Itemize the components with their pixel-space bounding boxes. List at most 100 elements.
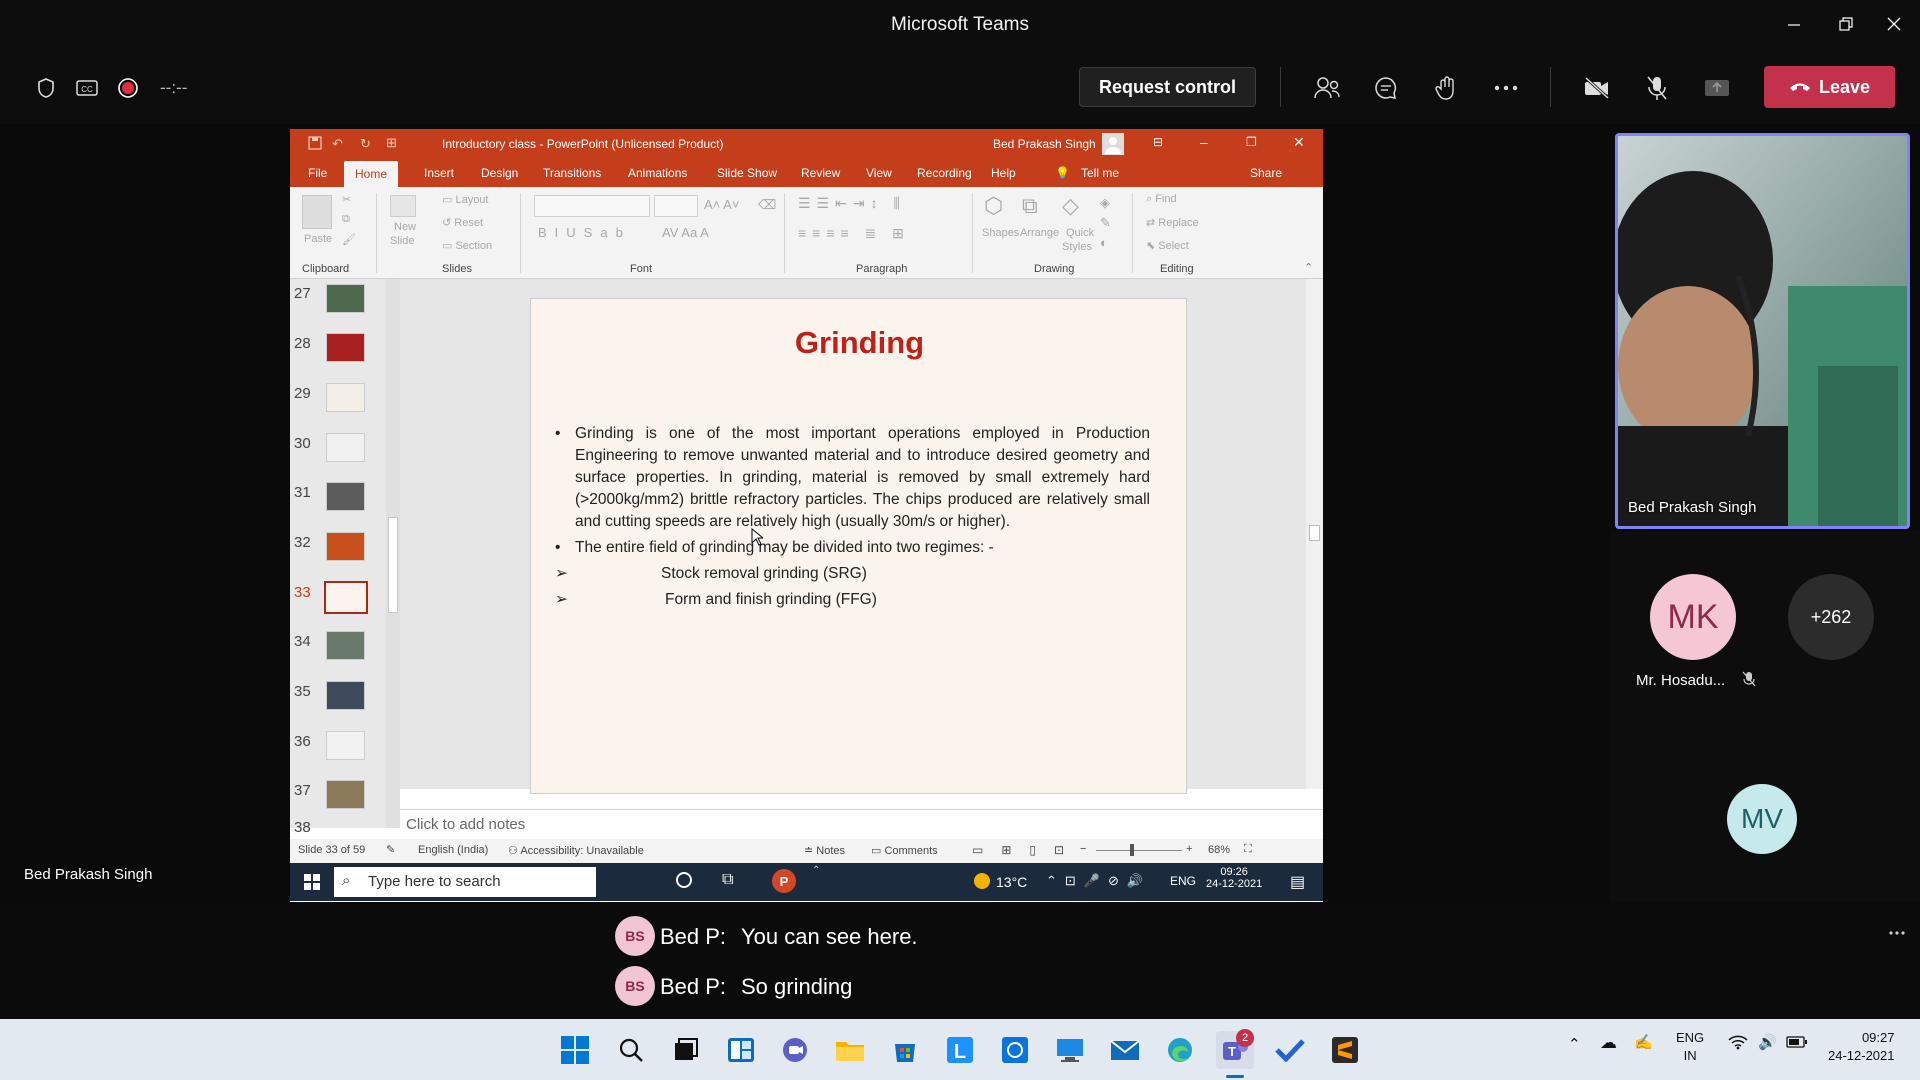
onedrive-icon[interactable]: ☁ — [1600, 1033, 1617, 1053]
slide-thumbnail[interactable] — [326, 284, 365, 313]
save-icon[interactable] — [308, 136, 322, 155]
list-icons[interactable]: ☰☰⇤⇥↕ ⫼ — [798, 195, 906, 212]
slide-thumbnail[interactable] — [326, 681, 365, 710]
battery-icon[interactable] — [1786, 1035, 1808, 1052]
wifi-icon[interactable] — [1728, 1034, 1748, 1054]
grow-font-icon[interactable]: A˄ A˅ — [704, 197, 739, 212]
tab-help[interactable]: Help — [991, 166, 1016, 180]
avatar[interactable]: MK — [1650, 574, 1736, 660]
ppt-close-icon[interactable]: ✕ — [1293, 134, 1305, 151]
tab-slide-show[interactable]: Slide Show — [717, 166, 777, 180]
slide-thumbnail[interactable] — [326, 383, 365, 412]
tab-home[interactable]: Home — [344, 161, 398, 187]
presentation-icon[interactable]: ⊞ — [386, 135, 397, 151]
view-buttons[interactable]: ▭⊞▯⊡ — [972, 843, 1082, 857]
taskbar-search-box[interactable]: ⌕ Type here to search — [334, 867, 596, 897]
format-painter-icon[interactable]: 🖌 — [342, 233, 356, 246]
shield-icon[interactable] — [29, 71, 63, 105]
task-view-icon[interactable] — [667, 1031, 705, 1069]
slide-canvas[interactable]: Grinding • Grinding is one of the most i… — [530, 298, 1187, 794]
fit-slide-icon[interactable]: ⛶ — [1244, 843, 1252, 856]
tab-review[interactable]: Review — [801, 166, 840, 180]
thumbs-scrollbar[interactable] — [386, 279, 400, 828]
edge-browser-icon[interactable] — [1161, 1031, 1199, 1069]
start-button[interactable] — [556, 1031, 594, 1069]
tab-transitions[interactable]: Transitions — [543, 166, 601, 180]
avatar[interactable]: MV — [1727, 784, 1797, 854]
notes-button[interactable]: ≐ Notes — [804, 844, 845, 857]
tab-recording[interactable]: Recording — [917, 166, 972, 180]
show-hidden-icons[interactable]: ⌃ — [1568, 1035, 1581, 1053]
find-button[interactable]: ⌕ Find — [1146, 193, 1177, 206]
speaker-video-tile[interactable]: Bed Prakash Singh — [1615, 133, 1910, 529]
tab-view[interactable]: View — [866, 166, 892, 180]
zoom-level[interactable]: 68% — [1208, 844, 1230, 856]
lens-app-icon[interactable]: L — [941, 1031, 979, 1069]
paste-icon[interactable] — [302, 195, 332, 229]
tray-language[interactable]: ENG — [1170, 874, 1196, 888]
mail-icon[interactable] — [1106, 1031, 1144, 1069]
slide-thumbnail[interactable] — [326, 433, 365, 462]
share-link[interactable]: Share — [1250, 166, 1282, 180]
microsoft-store-icon[interactable] — [886, 1031, 924, 1069]
user-avatar-icon[interactable] — [1102, 133, 1124, 155]
mic-muted-icon[interactable] — [1640, 71, 1674, 105]
accessibility-status[interactable]: ⚇ Accessibility: Unavailable — [508, 844, 644, 857]
tab-file[interactable]: File — [308, 166, 327, 180]
slide-thumbnail[interactable] — [326, 731, 365, 760]
leave-button[interactable]: Leave — [1764, 66, 1895, 108]
slide-thumbnail[interactable] — [326, 631, 365, 660]
todo-app-icon[interactable] — [1271, 1031, 1309, 1069]
search-icon[interactable] — [612, 1031, 650, 1069]
font-color-icon[interactable]: AV Aa A — [662, 225, 709, 240]
tray-icons[interactable]: ⌃⊡🎤⊘🔊 — [1046, 873, 1151, 889]
redo-icon[interactable]: ↻ — [360, 136, 371, 152]
notes-pane[interactable]: Click to add notes — [400, 809, 1323, 837]
cut-icon[interactable]: ✂ — [342, 193, 351, 206]
closed-captions-icon[interactable]: CC — [70, 71, 104, 105]
undo-icon[interactable]: ↶ — [332, 136, 343, 152]
select-button[interactable]: ⬉ Select — [1146, 239, 1189, 252]
powerpoint-taskbar-icon[interactable]: P — [772, 869, 796, 893]
minimize-button[interactable] — [1772, 8, 1816, 40]
chat-icon[interactable] — [1369, 71, 1403, 105]
raise-hand-icon[interactable] — [1429, 71, 1463, 105]
tab-insert[interactable]: Insert — [424, 166, 454, 180]
remote-desktop-icon[interactable] — [1051, 1031, 1089, 1069]
request-control-button[interactable]: Request control — [1079, 67, 1256, 107]
input-language[interactable]: ENG IN — [1676, 1029, 1704, 1065]
participants-icon[interactable] — [1310, 71, 1344, 105]
ppt-restore-icon[interactable]: ❐ — [1246, 135, 1257, 149]
captions-more-icon[interactable] — [1889, 922, 1905, 940]
font-style-icons[interactable]: BIUSab — [538, 225, 631, 240]
file-explorer-icon[interactable] — [831, 1031, 869, 1069]
language-status[interactable]: English (India) — [418, 844, 488, 856]
font-size-select[interactable] — [654, 195, 698, 217]
slide-thumbnail-active[interactable] — [324, 581, 368, 614]
weather-temp[interactable]: 13°C — [996, 874, 1027, 890]
restore-button[interactable] — [1824, 8, 1868, 40]
slide-thumbnail[interactable] — [326, 482, 365, 511]
layout-button[interactable]: ▭ Layout — [442, 193, 488, 206]
editor-scrollbar[interactable] — [1306, 279, 1323, 789]
shapes-icon[interactable]: ⬡ — [984, 193, 1003, 219]
task-view-icon[interactable]: ⧉ — [722, 871, 733, 889]
tab-animations[interactable]: Animations — [628, 166, 687, 180]
zoom-out-icon[interactable]: − — [1080, 843, 1086, 855]
more-participants-button[interactable]: +262 — [1788, 574, 1874, 660]
widgets-icon[interactable] — [722, 1031, 760, 1069]
quick-styles-icon[interactable]: ◇ — [1062, 193, 1079, 219]
close-window-button[interactable] — [1872, 8, 1916, 40]
section-button[interactable]: ▭ Section — [442, 239, 492, 252]
tab-tell-me[interactable]: Tell me — [1081, 166, 1119, 180]
font-family-select[interactable] — [534, 195, 650, 217]
new-slide-icon[interactable] — [390, 195, 416, 217]
clear-format-icon[interactable]: ⌫ — [758, 197, 776, 213]
slide-thumbnail[interactable] — [326, 780, 365, 809]
webcam-app-icon[interactable] — [996, 1031, 1034, 1069]
tray-clock[interactable]: 09:26 24-12-2021 — [1206, 866, 1262, 890]
replace-button[interactable]: ⇄ Replace — [1146, 216, 1199, 229]
ppt-minimize-icon[interactable]: – — [1200, 134, 1208, 150]
cortana-icon[interactable] — [676, 872, 692, 888]
sublime-text-icon[interactable] — [1326, 1031, 1364, 1069]
